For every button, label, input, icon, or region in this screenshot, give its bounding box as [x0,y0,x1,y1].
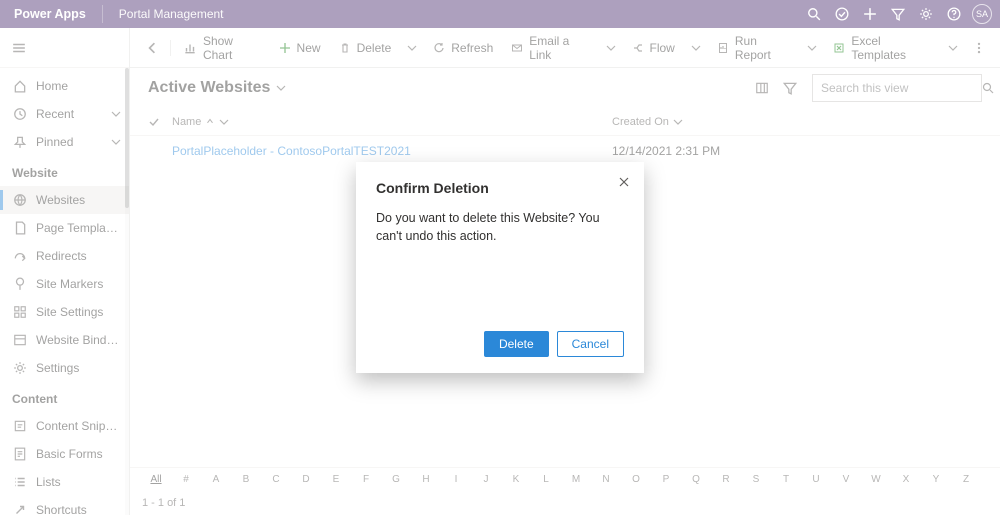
dialog-cancel-button[interactable]: Cancel [557,331,624,357]
dialog-message: Do you want to delete this Website? You … [376,210,624,245]
dialog-delete-button[interactable]: Delete [484,331,549,357]
dialog-title: Confirm Deletion [376,180,624,196]
dialog-close-button[interactable] [618,176,630,188]
modal-overlay: Confirm Deletion Do you want to delete t… [0,0,1000,515]
confirm-dialog: Confirm Deletion Do you want to delete t… [356,162,644,373]
